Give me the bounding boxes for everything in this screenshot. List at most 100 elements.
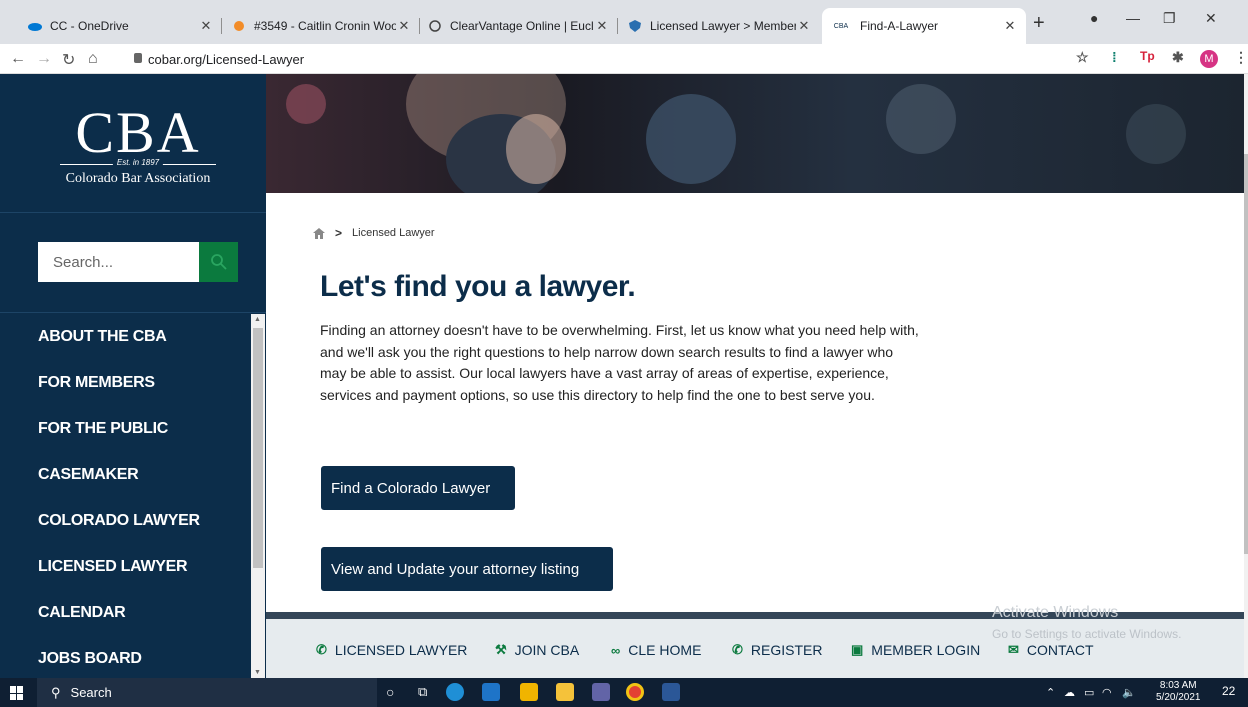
windows-taskbar: ⚲ Search ○ ⧉ ⌃ ☁ ▭ ◠ 🔈 8:03 AM 5/20/2021…: [0, 678, 1248, 707]
close-icon[interactable]: ✕: [796, 18, 812, 34]
footer-cle-home[interactable]: ∞ CLE HOME: [611, 642, 701, 658]
notification-icon[interactable]: 22: [1222, 684, 1235, 698]
footer-label: REGISTER: [750, 642, 823, 658]
logo-est: Est. in 1897: [112, 158, 164, 167]
teams-icon[interactable]: [592, 683, 610, 701]
chrome-icon[interactable]: [626, 683, 644, 701]
close-icon[interactable]: ✕: [198, 18, 214, 34]
tab-title: #3549 - Caitlin Cronin Wood: [254, 19, 396, 33]
star-icon[interactable]: ☆: [1076, 49, 1089, 66]
close-icon[interactable]: ✕: [1002, 18, 1018, 34]
wifi-icon[interactable]: ◠: [1102, 686, 1112, 699]
sidebar-item-licensed-lawyer[interactable]: LICENSED LAWYER: [38, 544, 200, 590]
chevron-up-icon[interactable]: ⌃: [1046, 686, 1055, 699]
sidebar-item-casemaker[interactable]: CASEMAKER: [38, 452, 200, 498]
restore-icon[interactable]: ❐: [1163, 10, 1176, 27]
cloud-icon: [28, 19, 42, 33]
cba-logo[interactable]: CBA Est. in 1897 Colorado Bar Associatio…: [58, 104, 218, 187]
close-icon[interactable]: ✕: [594, 18, 610, 34]
tp-extension-icon[interactable]: Tp: [1140, 49, 1155, 63]
breadcrumb-separator: >: [335, 226, 343, 240]
footer-join-cba[interactable]: ⚒ JOIN CBA: [495, 642, 579, 658]
envelope-icon: ✉: [1008, 642, 1019, 657]
minimize-icon[interactable]: —: [1126, 10, 1140, 26]
close-icon[interactable]: ✕: [396, 18, 412, 34]
lock-icon: [134, 53, 142, 63]
search-button[interactable]: [199, 242, 238, 282]
home-icon[interactable]: ⌂: [88, 50, 98, 68]
page-title: Let's find you a lawyer.: [320, 270, 636, 303]
store-icon[interactable]: [520, 683, 538, 701]
logo-letters: CBA: [75, 100, 201, 165]
tab-title: Find-A-Lawyer: [860, 19, 939, 33]
sidebar: CBA Est. in 1897 Colorado Bar Associatio…: [0, 74, 266, 678]
hero-image: [266, 74, 1244, 193]
taskbar-search[interactable]: ⚲ Search: [37, 678, 377, 707]
menu-icon[interactable]: ⋮: [1234, 49, 1248, 66]
logo-name: Colorado Bar Association: [65, 171, 211, 186]
cba-icon: CBA: [833, 22, 849, 30]
tab-title: Licensed Lawyer > Membersh: [650, 19, 796, 33]
notification-count: 22: [1222, 684, 1236, 698]
forward-icon[interactable]: →: [36, 50, 52, 68]
file-explorer-icon[interactable]: [556, 683, 574, 701]
sidebar-item-colorado-lawyer[interactable]: COLORADO LAWYER: [38, 498, 200, 544]
cortana-icon[interactable]: ○: [386, 684, 394, 700]
page-scrollbar[interactable]: [1244, 74, 1248, 678]
tab-title: CC - OneDrive: [50, 19, 129, 33]
breadcrumb-current: Licensed Lawyer: [352, 227, 435, 239]
footer-contact[interactable]: ✉ CONTACT: [1008, 642, 1094, 658]
sidebar-item-public[interactable]: FOR THE PUBLIC: [38, 406, 200, 452]
clock-time: 8:03 AM: [1159, 680, 1197, 691]
gavel-icon: ⚒: [495, 642, 507, 657]
volume-icon[interactable]: 🔈: [1122, 686, 1136, 699]
shield-icon: [628, 19, 642, 33]
activate-windows-title: Activate Windows: [992, 604, 1119, 621]
chrome-account-icon[interactable]: ●: [1090, 10, 1098, 26]
windows-start-icon[interactable]: [10, 686, 24, 700]
intro-paragraph: Finding an attorney doesn't have to be o…: [320, 322, 919, 403]
edge-icon[interactable]: [446, 683, 464, 701]
taskbar-clock[interactable]: 8:03 AM 5/20/2021: [1156, 680, 1201, 704]
sidebar-scrollbar[interactable]: ▲ ▼: [251, 314, 265, 678]
reload-icon[interactable]: ↻: [62, 50, 75, 70]
sidebar-nav: ABOUT THE CBA FOR MEMBERS FOR THE PUBLIC…: [38, 314, 200, 682]
task-view-icon[interactable]: ⧉: [418, 684, 427, 700]
footer-label: CLE HOME: [628, 642, 702, 658]
footer-licensed-lawyer[interactable]: ✆ LICENSED LAWYER: [316, 642, 467, 658]
onedrive-icon[interactable]: ☁: [1064, 686, 1075, 699]
tab-caitlin[interactable]: #3549 - Caitlin Cronin Wood ✕: [224, 8, 420, 44]
back-icon[interactable]: ←: [10, 50, 26, 68]
word-icon[interactable]: [662, 683, 680, 701]
tab-find-a-lawyer[interactable]: CBA Find-A-Lawyer ✕: [822, 8, 1026, 44]
window-close-icon[interactable]: ✕: [1205, 10, 1217, 27]
sidebar-item-calendar[interactable]: CALENDAR: [38, 590, 200, 636]
clock-date: 5/20/2021: [1156, 692, 1201, 703]
sidebar-item-about[interactable]: ABOUT THE CBA: [38, 314, 200, 360]
sidebar-item-members[interactable]: FOR MEMBERS: [38, 360, 200, 406]
search-input[interactable]: Search...: [38, 242, 199, 282]
search-icon: ⚲: [51, 684, 61, 700]
network-icon[interactable]: ▭: [1084, 686, 1094, 699]
profile-avatar[interactable]: M: [1200, 50, 1218, 68]
footer-register[interactable]: ✆ REGISTER: [732, 642, 822, 658]
extension-icon[interactable]: ⁞: [1112, 49, 1117, 65]
link-icon: ∞: [611, 642, 621, 658]
update-listing-button[interactable]: View and Update your attorney listing: [321, 547, 613, 591]
tab-licensed-lawyer[interactable]: Licensed Lawyer > Membersh ✕: [620, 8, 820, 44]
url-field[interactable]: cobar.org/Licensed-Lawyer: [148, 52, 304, 67]
tab-clearvantage[interactable]: ClearVantage Online | Euclid T ✕: [420, 8, 618, 44]
find-lawyer-button[interactable]: Find a Colorado Lawyer: [321, 466, 515, 510]
sidebar-item-jobs[interactable]: JOBS BOARD: [38, 636, 200, 682]
tab-onedrive[interactable]: CC - OneDrive ✕: [20, 8, 222, 44]
footer-member-login[interactable]: ▣ MEMBER LOGIN: [851, 642, 980, 658]
search-icon: [210, 254, 227, 270]
orange-swirl-icon: [232, 19, 246, 33]
new-tab-button[interactable]: +: [1033, 12, 1045, 35]
globe-icon: [428, 19, 442, 33]
footer-label: JOIN CBA: [514, 642, 580, 658]
puzzle-icon[interactable]: ✱: [1172, 49, 1184, 66]
lock-icon: ▣: [851, 642, 864, 657]
home-icon[interactable]: [313, 227, 325, 239]
outlook-icon[interactable]: [482, 683, 500, 701]
